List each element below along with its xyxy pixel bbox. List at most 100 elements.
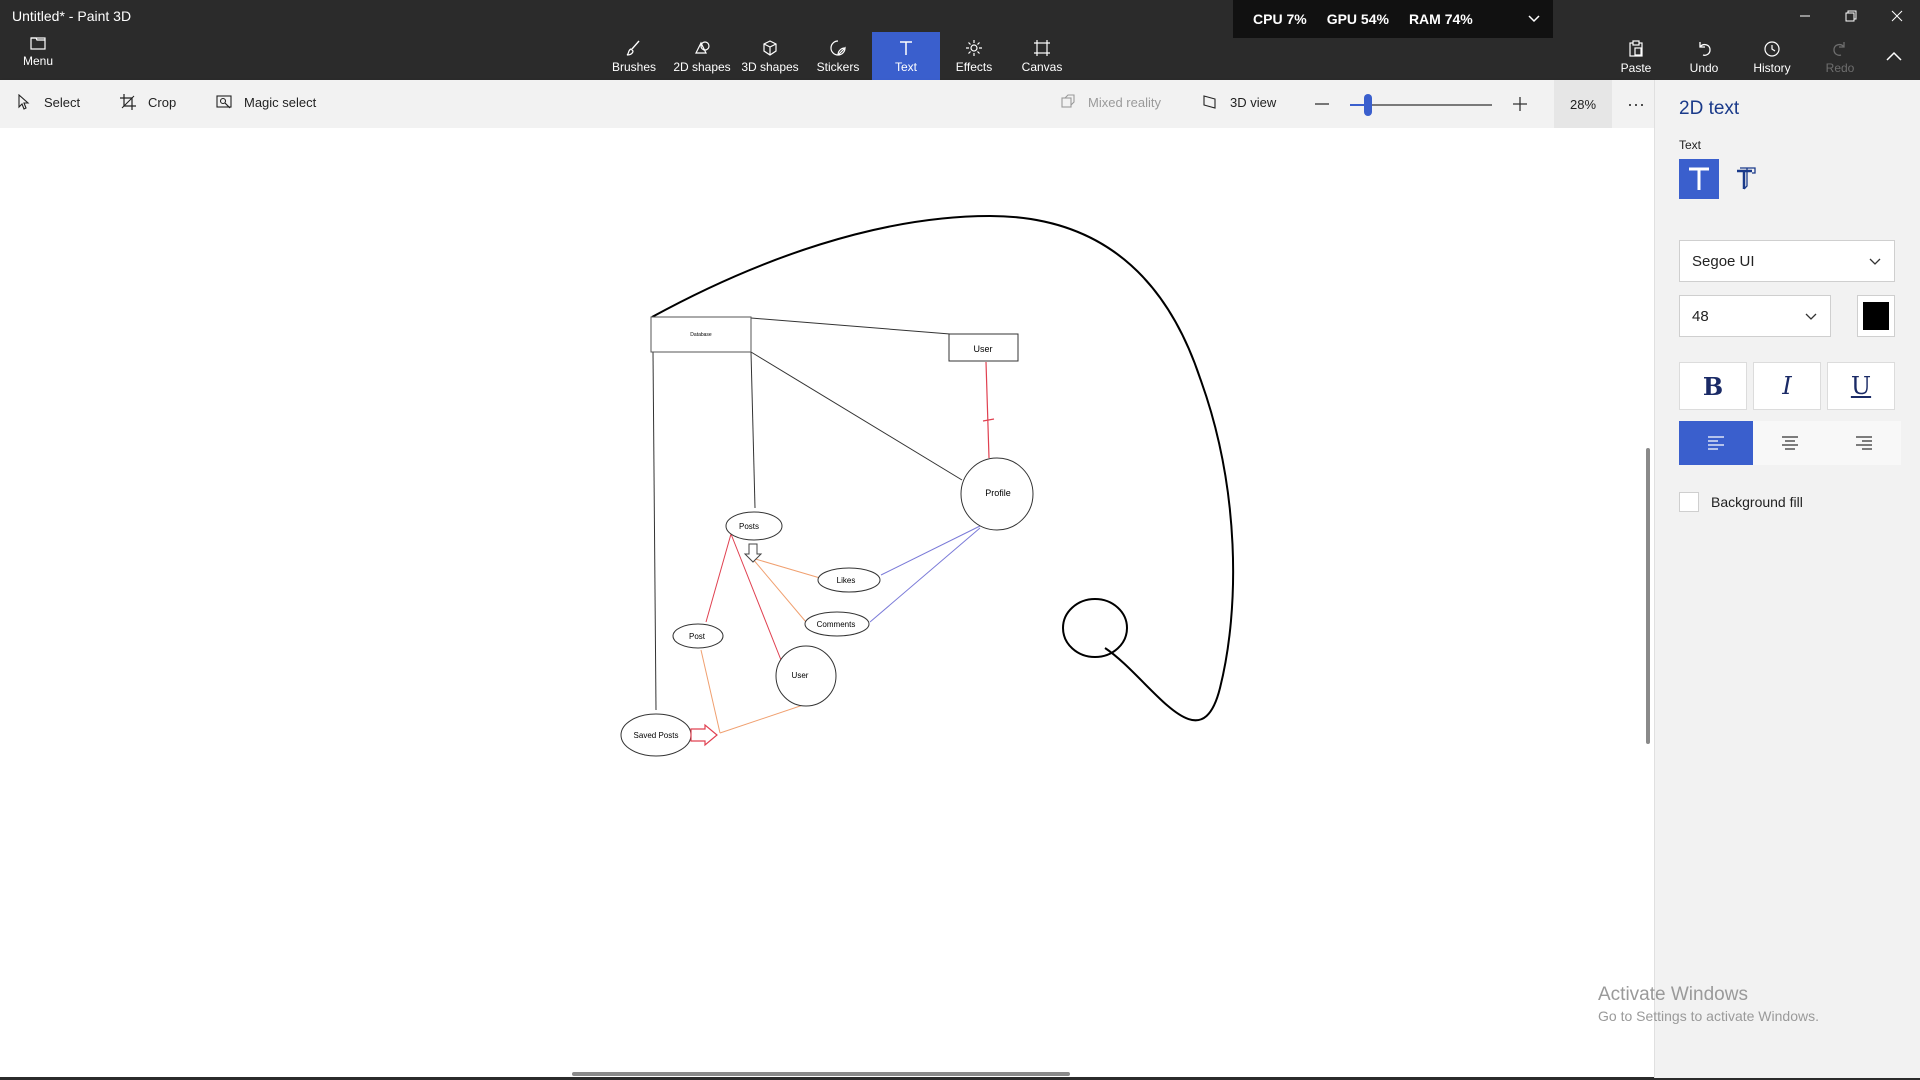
align-center-icon — [1782, 436, 1798, 450]
brush-icon — [626, 40, 640, 56]
connector-line — [750, 317, 951, 335]
font-family-dropdown[interactable]: Segoe UI — [1679, 240, 1895, 282]
close-icon — [1891, 10, 1903, 22]
magic-select-button[interactable]: Magic select — [216, 94, 316, 110]
3d-view-button[interactable]: 3D view — [1202, 94, 1276, 110]
connector-line-red — [705, 533, 732, 623]
menu-folder-icon — [30, 37, 46, 50]
connector-line — [750, 351, 756, 509]
redo-icon — [1833, 41, 1845, 56]
plain-text-button[interactable] — [1679, 159, 1719, 199]
tool-brushes[interactable]: Brushes — [600, 32, 668, 80]
mixed-reality-icon — [1061, 94, 1075, 108]
align-left-icon — [1708, 436, 1724, 450]
paste-button[interactable]: Paste — [1602, 34, 1670, 80]
plain-text-icon — [1689, 167, 1709, 190]
watermark-title: Activate Windows — [1598, 984, 1748, 1005]
bold-button[interactable]: B — [1679, 362, 1747, 410]
background-fill-label: Background fill — [1711, 494, 1803, 510]
redo-label: Redo — [1825, 60, 1855, 75]
chevron-down-icon — [1805, 313, 1817, 320]
restore-button[interactable] — [1828, 0, 1874, 32]
3d-shapes-icon — [763, 39, 777, 56]
text-type-label: Text — [1679, 138, 1702, 152]
menu-label: Menu — [22, 54, 54, 68]
italic-button[interactable]: I — [1753, 362, 1821, 410]
node-comments-label: Comments — [817, 620, 856, 629]
tool-effects[interactable]: Effects — [940, 32, 1008, 80]
tool-3d-shapes[interactable]: 3D shapes — [736, 32, 804, 80]
connector-line-orange — [700, 649, 721, 734]
font-family-value: Segoe UI — [1692, 252, 1755, 270]
minimize-button[interactable] — [1782, 0, 1828, 32]
tool-label: Text — [894, 59, 917, 74]
zoom-slider-thumb[interactable] — [1364, 94, 1372, 116]
tool-label: 2D shapes — [673, 59, 731, 74]
tool-label: Brushes — [611, 59, 657, 74]
zoom-in-icon[interactable] — [1510, 94, 1530, 114]
3d-text-icon — [1737, 167, 1756, 190]
right-arrow-icon — [690, 723, 718, 747]
mixed-reality-button[interactable]: Mixed reality — [1060, 94, 1161, 110]
diagram-drawing[interactable]: Database User Profile Posts Likes Commen… — [0, 128, 1654, 1078]
text-properties-panel: 2D text Text Segoe UI 48 B I U Backgroun… — [1654, 80, 1920, 1078]
node-saved-posts-label: Saved Posts — [634, 731, 679, 740]
canvas[interactable]: Database User Profile Posts Likes Commen… — [0, 128, 1654, 1078]
vertical-scrollbar[interactable] — [1646, 448, 1650, 744]
collapse-toolbar-icon[interactable] — [1882, 46, 1906, 66]
underline-button[interactable]: U — [1827, 362, 1895, 410]
horizontal-scrollbar[interactable] — [572, 1072, 1070, 1076]
zoom-out-icon[interactable] — [1312, 94, 1332, 114]
watermark-subtitle: Go to Settings to activate Windows. — [1598, 1008, 1819, 1024]
node-post-label: Post — [689, 632, 706, 641]
3d-view-label: 3D view — [1230, 94, 1277, 110]
select-button[interactable]: Select — [16, 94, 80, 110]
background-fill-toggle[interactable]: Background fill — [1679, 492, 1803, 512]
magic-select-label: Magic select — [244, 94, 317, 110]
zoom-level[interactable]: 28% — [1554, 80, 1612, 128]
chevron-down-icon[interactable] — [1527, 12, 1541, 26]
history-button[interactable]: History — [1738, 34, 1806, 80]
crop-label: Crop — [148, 94, 177, 110]
more-options-button[interactable]: ··· — [1618, 80, 1654, 128]
node-profile-label: Profile — [985, 488, 1011, 498]
text-color-picker[interactable] — [1857, 295, 1895, 337]
tool-label: Stickers — [816, 59, 860, 74]
magic-select-icon — [216, 95, 232, 109]
node-posts-label: Posts — [739, 522, 759, 531]
activate-windows-watermark: Activate Windows Go to Settings to activ… — [1598, 984, 1819, 1024]
redo-button[interactable]: Redo — [1806, 34, 1874, 80]
performance-overlay: CPU 7% GPU 54% RAM 74% — [1233, 0, 1553, 38]
tool-stickers[interactable]: Stickers — [804, 32, 872, 80]
connector-line — [652, 351, 657, 711]
text-icon — [900, 40, 912, 55]
crop-button[interactable]: Crop — [120, 94, 176, 110]
align-left-button[interactable] — [1679, 421, 1753, 465]
panel-title: 2D text — [1679, 98, 1740, 119]
node-user-label: User — [792, 671, 809, 680]
ram-usage: RAM 74% — [1408, 11, 1473, 27]
stickers-icon — [830, 39, 846, 56]
chevron-down-icon — [1869, 258, 1881, 265]
3d-text-button[interactable] — [1725, 159, 1765, 199]
tool-label: Canvas — [1021, 59, 1063, 74]
crop-icon — [120, 94, 136, 110]
connector-line-blue — [880, 525, 981, 576]
close-button[interactable] — [1874, 0, 1920, 32]
align-right-button[interactable] — [1827, 421, 1901, 465]
restore-icon — [1845, 10, 1857, 22]
connector-line-red — [982, 418, 995, 422]
undo-button[interactable]: Undo — [1670, 34, 1738, 80]
node-likes-label: Likes — [837, 576, 856, 585]
undo-label: Undo — [1689, 60, 1719, 75]
background-fill-checkbox[interactable] — [1679, 492, 1699, 512]
tool-2d-shapes[interactable]: 2D shapes — [668, 32, 736, 80]
cursor-icon — [18, 94, 30, 110]
font-size-dropdown[interactable]: 48 — [1679, 295, 1831, 337]
align-center-button[interactable] — [1753, 421, 1827, 465]
connector-line — [750, 351, 963, 481]
tool-canvas[interactable]: Canvas — [1008, 32, 1076, 80]
menu-button[interactable]: Menu — [16, 36, 60, 74]
down-arrow-icon — [743, 543, 763, 563]
tool-text[interactable]: Text — [872, 32, 940, 80]
